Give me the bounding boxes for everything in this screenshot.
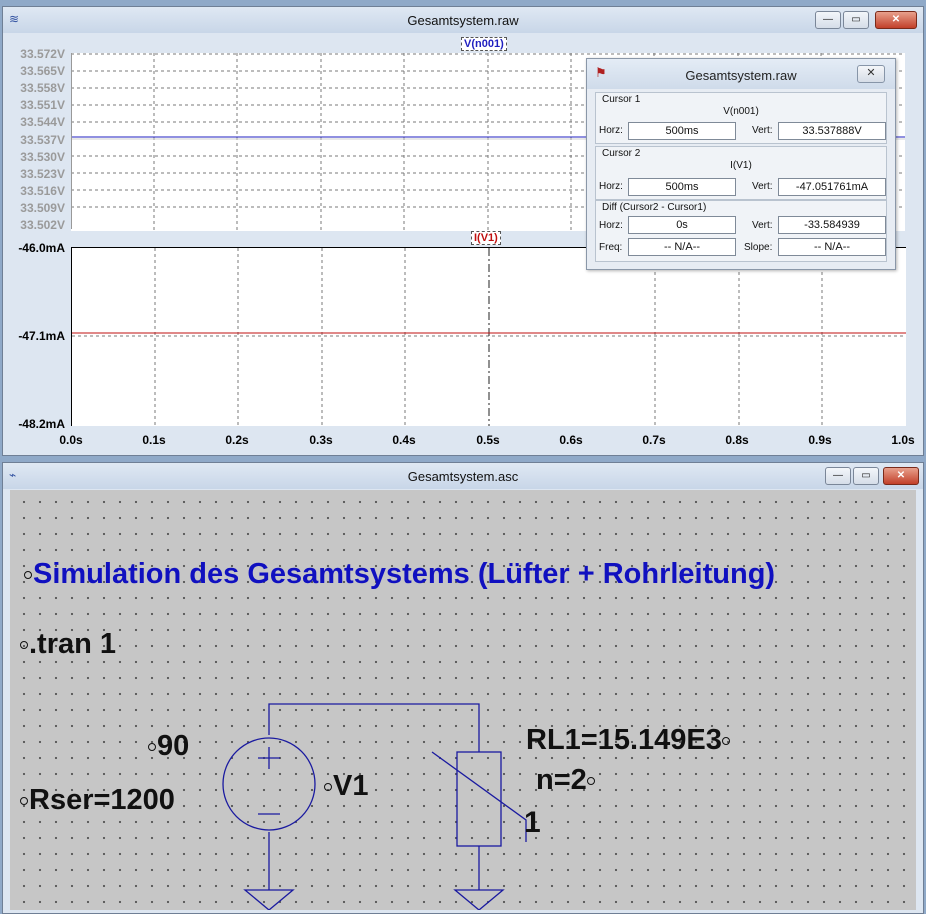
diff-vert-field[interactable]: -33.584939: [778, 216, 886, 234]
diff-label: Diff (Cursor2 - Cursor1): [602, 202, 707, 213]
vert-label: Vert:: [752, 220, 773, 231]
source-name-text: V1: [333, 770, 369, 802]
pin-marker-icon: [148, 743, 156, 752]
pin-marker-icon: [20, 641, 28, 650]
cursor2-label: Cursor 2: [602, 148, 641, 159]
maximize-button[interactable]: ▭: [853, 467, 879, 485]
close-button[interactable]: ✕: [883, 467, 919, 485]
load-param-text: n=2: [536, 764, 587, 796]
pin-marker-icon: [586, 777, 595, 786]
horz-label: Horz:: [599, 220, 623, 231]
load-pin-label: 1: [524, 806, 541, 839]
x-tick: 0.0s: [59, 433, 83, 447]
schematic-wires: [222, 703, 527, 910]
cursor1-signal: V(n001): [723, 106, 759, 117]
asc-window-title: Gesamtsystem.asc: [407, 469, 519, 484]
vert-label: Vert:: [752, 181, 773, 192]
cursor-dialog-titlebar[interactable]: ⚑ Gesamtsystem.raw ✕: [587, 59, 895, 89]
rser-text: Rser=1200: [29, 784, 175, 816]
minimize-button[interactable]: —: [825, 467, 851, 485]
x-tick: 0.8s: [725, 433, 749, 447]
x-tick: 0.7s: [642, 433, 666, 447]
x-tick: 0.6s: [559, 433, 583, 447]
y-tick: 33.502V: [20, 218, 65, 232]
source-value-label[interactable]: 90: [148, 730, 189, 763]
x-tick: 0.2s: [225, 433, 249, 447]
y-tick: 33.530V: [20, 150, 65, 164]
vert-label: Vert:: [752, 125, 773, 136]
source-name-label[interactable]: V1: [324, 770, 368, 803]
x-tick: 0.5s: [476, 433, 500, 447]
pin-marker-icon: [24, 571, 32, 580]
x-tick: 0.4s: [392, 433, 416, 447]
y-tick: 33.544V: [20, 115, 65, 129]
load-resistor-symbol: [456, 751, 502, 847]
raw-titlebar[interactable]: ≋ Gesamtsystem.raw — ▭ ✕: [3, 7, 923, 33]
ground-symbol: [453, 889, 505, 910]
y-tick: 33.537V: [20, 133, 65, 147]
directive-text: .tran 1: [29, 628, 117, 660]
cursor2-vert-field[interactable]: -47.051761mA: [778, 178, 886, 196]
source-value-text: 90: [157, 730, 190, 762]
x-tick: 0.9s: [808, 433, 832, 447]
current-plot-svg: [72, 248, 906, 426]
y-tick: 33.516V: [20, 184, 65, 198]
diff-horz-field[interactable]: 0s: [628, 216, 736, 234]
horz-label: Horz:: [599, 181, 623, 192]
cursor2-signal: I(V1): [730, 160, 752, 171]
cursor1-label: Cursor 1: [602, 94, 641, 105]
slope-label: Slope:: [744, 242, 773, 253]
schematic-heading[interactable]: Simulation des Gesamtsystems (Lüfter + R…: [24, 558, 775, 591]
cursor2-group: Cursor 2 I(V1) Horz: 500ms Vert: -47.051…: [595, 146, 887, 200]
current-plot-pane[interactable]: [71, 247, 906, 426]
y-tick: 33.572V: [20, 47, 65, 61]
tran-directive[interactable]: .tran 1: [20, 628, 116, 661]
diff-freq-field[interactable]: -- N/A--: [628, 238, 736, 256]
load-param-label[interactable]: n=2: [536, 764, 596, 797]
cursor2-horz-field[interactable]: 500ms: [628, 178, 736, 196]
raw-window-title: Gesamtsystem.raw: [407, 13, 519, 28]
pin-marker-icon: [324, 783, 332, 792]
close-button[interactable]: ✕: [875, 11, 917, 29]
load-name-text: RL1=15.149E3: [526, 724, 722, 756]
y-tick: -46.0mA: [18, 241, 65, 255]
y-tick: 33.565V: [20, 64, 65, 78]
maximize-button[interactable]: ▭: [843, 11, 869, 29]
diff-slope-field[interactable]: -- N/A--: [778, 238, 886, 256]
rser-label[interactable]: Rser=1200: [20, 784, 175, 817]
ground-symbol: [243, 889, 295, 910]
cursor1-vert-field[interactable]: 33.537888V: [778, 122, 886, 140]
minimize-button[interactable]: —: [815, 11, 841, 29]
horz-label: Horz:: [599, 125, 623, 136]
pin-marker-icon: [20, 797, 28, 806]
diff-group: Diff (Cursor2 - Cursor1) Horz: 0s Vert: …: [595, 200, 887, 262]
x-tick: 1.0s: [891, 433, 915, 447]
y-tick: -47.1mA: [18, 329, 65, 343]
cursor-dialog-title: Gesamtsystem.raw: [685, 68, 797, 83]
pin-marker-icon: [721, 737, 730, 746]
x-tick: 0.3s: [309, 433, 333, 447]
cursor-dialog-close-button[interactable]: ✕: [857, 65, 885, 83]
wire: [268, 703, 480, 752]
load-name-label[interactable]: RL1=15.149E3: [526, 724, 731, 757]
y-tick: -48.2mA: [18, 417, 65, 431]
heading-text: Simulation des Gesamtsystems (Lüfter + R…: [33, 558, 776, 590]
x-tick: 0.1s: [142, 433, 166, 447]
asc-titlebar[interactable]: ⌁ Gesamtsystem.asc — ▭ ✕: [3, 463, 923, 489]
cursor-dialog: ⚑ Gesamtsystem.raw ✕ Cursor 1 V(n001) Ho…: [586, 58, 896, 270]
y-tick: 33.509V: [20, 201, 65, 215]
current-trace-label[interactable]: I(V1): [471, 231, 501, 245]
voltage-trace-label[interactable]: V(n001): [461, 37, 507, 51]
cursor1-horz-field[interactable]: 500ms: [628, 122, 736, 140]
y-tick: 33.551V: [20, 98, 65, 112]
y-tick: 33.558V: [20, 81, 65, 95]
schematic-canvas[interactable]: Simulation des Gesamtsystems (Lüfter + R…: [10, 490, 916, 910]
cursor1-group: Cursor 1 V(n001) Horz: 500ms Vert: 33.53…: [595, 92, 887, 144]
freq-label: Freq:: [599, 242, 623, 253]
y-tick: 33.523V: [20, 167, 65, 181]
